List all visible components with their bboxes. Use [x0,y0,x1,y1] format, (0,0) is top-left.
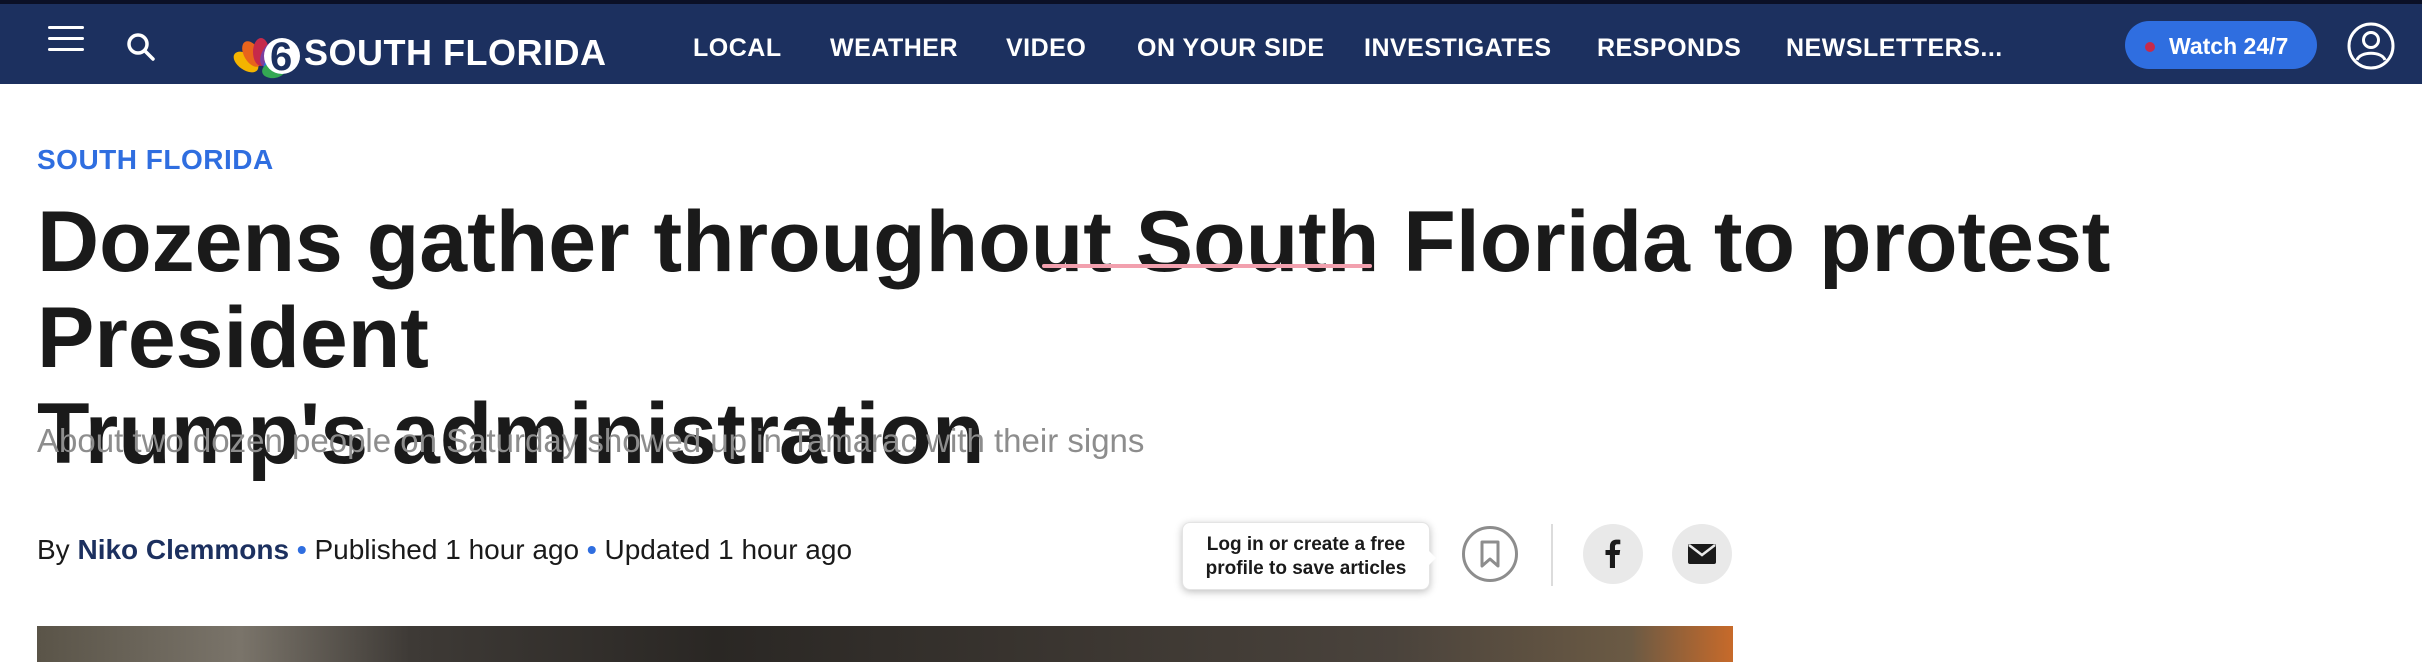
section-label[interactable]: SOUTH FLORIDA [37,144,274,176]
author-link[interactable]: Niko Clemmons [77,534,289,565]
nav-item-investigates[interactable]: INVESTIGATES [1364,34,1552,63]
search-icon[interactable] [124,30,158,64]
facebook-icon [1605,539,1621,568]
hamburger-menu-icon[interactable] [48,26,84,56]
nav-item-weather[interactable]: WEATHER [830,34,958,63]
user-profile-icon[interactable] [2346,21,2396,71]
email-share-button[interactable] [1672,524,1732,584]
svg-text:6: 6 [270,35,292,79]
byline-by: By [37,534,70,565]
byline-separator: • [296,534,307,565]
updated-time: Updated 1 hour ago [604,534,853,565]
tooltip-arrow [1426,548,1436,568]
save-article-tooltip: Log in or create a free profile to save … [1182,522,1430,590]
article-hero-image [37,626,1733,662]
nav-item-responds[interactable]: RESPONDS [1597,34,1741,63]
published-time: Published 1 hour ago [314,534,580,565]
spellcheck-underline [1042,264,1372,268]
nav-item-on-your-side[interactable]: ON YOUR SIDE [1137,34,1325,63]
nav-item-local[interactable]: LOCAL [693,34,782,63]
tooltip-line-2: profile to save articles [1205,558,1407,579]
nav-item-newsletters[interactable]: NEWSLETTERS... [1786,34,2003,63]
share-divider [1551,524,1553,586]
logo-wordmark: SOUTH FLORIDA [304,32,607,73]
site-header: 6 SOUTH FLORIDA LOCAL WEATHER VIDEO ON Y… [0,4,2422,84]
tooltip-line-1: Log in or create a free [1206,534,1406,555]
live-dot-icon [2145,42,2155,52]
nav-item-video[interactable]: VIDEO [1006,34,1086,63]
bookmark-button[interactable] [1462,526,1518,582]
article-dek: About two dozen people on Saturday showe… [37,422,1145,459]
article-byline: By Niko Clemmons • Published 1 hour ago … [37,534,852,566]
facebook-share-button[interactable] [1583,524,1643,584]
headline-line-1: Dozens gather throughout South Florida t… [37,194,2111,386]
bookmark-icon [1480,540,1500,568]
nbc-peacock-icon: 6 [233,35,300,79]
watch-live-label: Watch 24/7 [2169,33,2289,59]
email-icon [1688,544,1716,564]
watch-live-button[interactable]: Watch 24/7 [2125,21,2317,69]
byline-separator: • [586,534,597,565]
